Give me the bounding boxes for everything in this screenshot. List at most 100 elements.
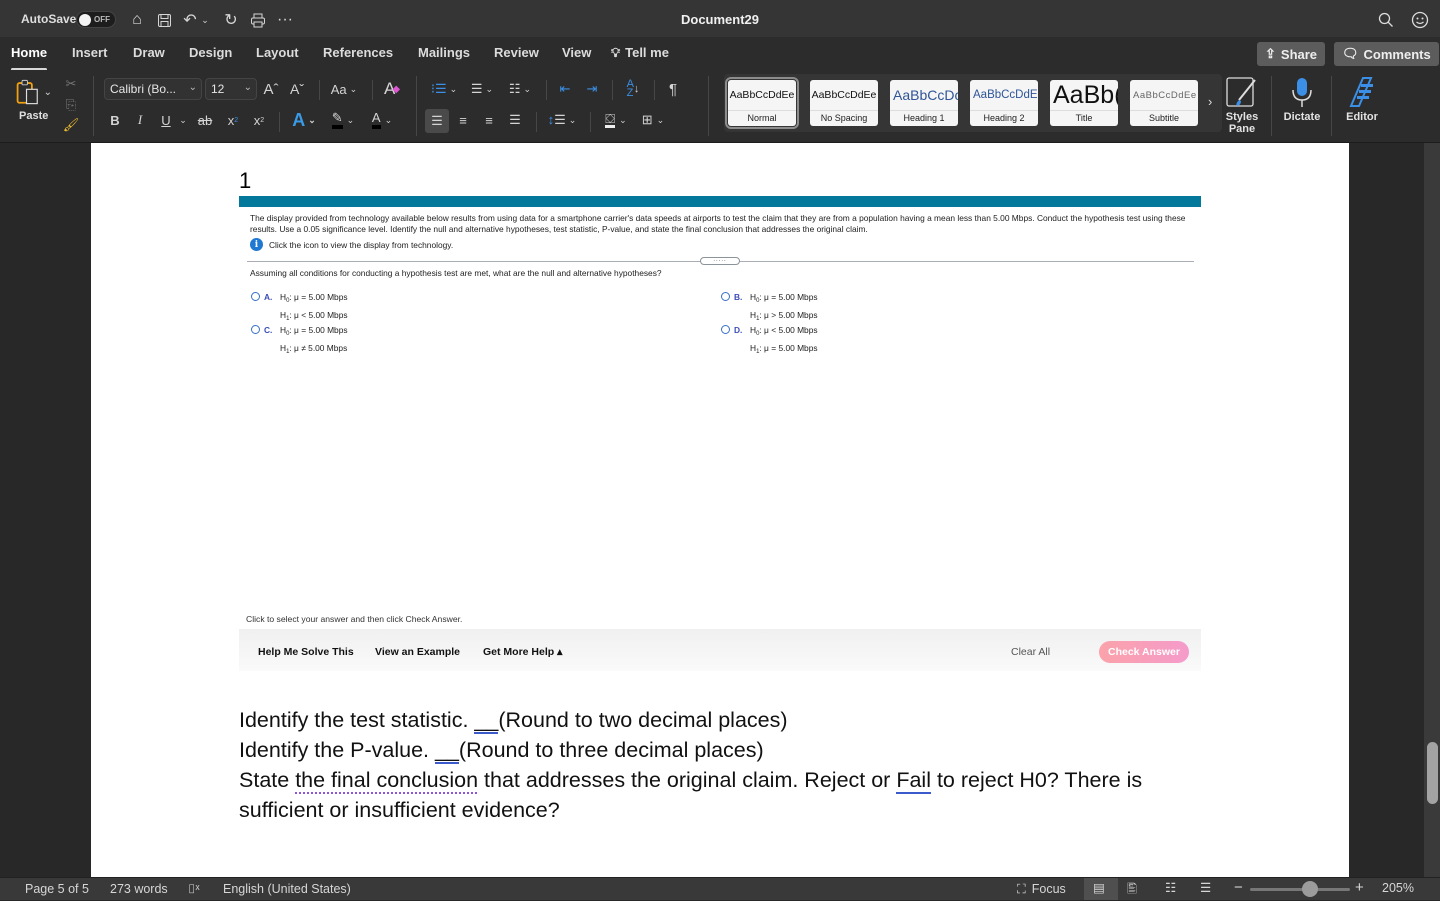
styles-pane-button[interactable]: Styles Pane xyxy=(1214,76,1270,135)
language[interactable]: English (United States) xyxy=(223,882,351,896)
cut-icon[interactable]: ✂ xyxy=(62,76,80,92)
subscript-button[interactable]: x2 xyxy=(225,111,241,129)
justify-button[interactable]: ☰ xyxy=(506,111,524,129)
dictate-button[interactable]: Dictate xyxy=(1274,76,1330,123)
line-spacing-button[interactable]: ↕☰ ⌄ xyxy=(546,111,578,129)
strikethrough-button[interactable]: ab xyxy=(196,111,214,129)
zoom-level[interactable]: 205% xyxy=(1382,881,1414,895)
style-normal[interactable]: AaBbCcDdEe Normal xyxy=(725,77,799,129)
style-heading-2[interactable]: AaBbCcDdEe Heading 2 xyxy=(970,80,1038,126)
web-layout-icon[interactable]: 🖺︎ xyxy=(1127,880,1137,901)
highlight-color-button[interactable]: ✎ ⌄ xyxy=(327,110,359,130)
tab-home[interactable]: Home xyxy=(11,45,48,71)
tab-design[interactable]: Design xyxy=(189,45,232,60)
help-me-solve-button[interactable]: Help Me Solve This xyxy=(258,646,354,658)
resize-handle[interactable]: ..... xyxy=(700,257,740,265)
tab-mailings[interactable]: Mailings xyxy=(418,45,470,60)
style-heading-1[interactable]: AaBbCcDc Heading 1 xyxy=(890,80,958,126)
zoom-slider[interactable] xyxy=(1250,888,1350,891)
share-button[interactable]: ⇪ Share xyxy=(1257,42,1326,66)
change-case-button[interactable]: Aa ⌄ xyxy=(328,80,360,98)
style-no-spacing[interactable]: AaBbCcDdEe No Spacing xyxy=(810,80,878,126)
radio-button[interactable] xyxy=(251,292,260,301)
editor-button[interactable]: Editor xyxy=(1334,76,1390,123)
tab-layout[interactable]: Layout xyxy=(256,45,299,60)
shrink-font-icon[interactable]: Aˇ xyxy=(288,80,306,98)
search-icon[interactable] xyxy=(1375,9,1397,31)
clear-formatting-icon[interactable]: A ◆ xyxy=(382,79,402,99)
check-answer-button[interactable]: Check Answer xyxy=(1099,641,1189,663)
technology-display-link[interactable]: i Click the icon to view the display fro… xyxy=(250,238,453,251)
sort-icon[interactable]: A Z ↓ xyxy=(622,79,644,99)
tab-tell-me[interactable]: 💡︎ Tell me xyxy=(611,45,669,61)
print-layout-icon[interactable]: ▤ xyxy=(1093,880,1105,895)
superscript-button[interactable]: x2 xyxy=(251,111,267,129)
grammar-suggestion[interactable]: Fail xyxy=(896,768,931,794)
style-subtitle[interactable]: AaBbCcDdEe Subtitle xyxy=(1130,80,1198,126)
italic-button[interactable]: I xyxy=(133,111,147,129)
word-count[interactable]: 273 words xyxy=(110,882,168,896)
style-title[interactable]: AaBb(Title xyxy=(1050,80,1118,126)
copy-icon[interactable]: ⎘ xyxy=(62,97,80,113)
outline-view-icon[interactable]: ☷ xyxy=(1165,880,1176,895)
chevron-right-icon[interactable]: › xyxy=(1208,94,1212,109)
increase-indent-icon[interactable]: ⇥ xyxy=(583,80,601,98)
font-color-button[interactable]: A ⌄ xyxy=(366,110,398,130)
separator xyxy=(536,112,537,132)
document-body-text[interactable]: Identify the test statistic. __(Round to… xyxy=(239,705,1219,825)
tab-view[interactable]: View xyxy=(562,45,591,60)
tab-draw[interactable]: Draw xyxy=(133,45,165,60)
text-effects-button[interactable]: A ⌄ xyxy=(289,110,319,130)
answer-blank[interactable]: __ xyxy=(435,738,459,764)
show-formatting-marks-icon[interactable]: ¶ xyxy=(664,80,682,98)
paste-dropdown-icon[interactable]: ⌄ xyxy=(44,87,52,98)
format-painter-icon[interactable]: 🖌︎ xyxy=(62,117,80,133)
multilevel-list-button[interactable]: ☷ ⌄ xyxy=(504,80,536,98)
scrollbar-thumb[interactable] xyxy=(1427,742,1438,804)
grammar-suggestion[interactable]: the final conclusion xyxy=(295,768,479,794)
info-icon[interactable]: i xyxy=(250,238,263,251)
radio-button[interactable] xyxy=(721,325,730,334)
proofing-icon[interactable]: ⌷ˣ xyxy=(188,882,200,897)
underline-dropdown-icon[interactable]: ⌄ xyxy=(178,113,188,127)
style-name: No Spacing xyxy=(810,110,878,126)
help-toolbar: Help Me Solve This View an Example Get M… xyxy=(239,629,1201,671)
align-left-button[interactable]: ☰ xyxy=(425,109,449,133)
zoom-slider-handle[interactable] xyxy=(1302,881,1318,897)
comments-button[interactable]: 🗨︎ Comments xyxy=(1334,42,1439,66)
paste-button[interactable]: ⌄ xyxy=(14,76,52,108)
shading-button[interactable]: ⛋ ⌄ xyxy=(600,111,632,129)
underline-button[interactable]: U xyxy=(159,111,173,129)
draft-view-icon[interactable]: ☰ xyxy=(1200,880,1211,895)
numbering-button[interactable]: ☰ ⌄ xyxy=(466,80,498,98)
focus-button[interactable]: ⛶ Focus xyxy=(1017,882,1066,897)
tab-review[interactable]: Review xyxy=(494,45,539,60)
question-prompt: Assuming all conditions for conducting a… xyxy=(250,268,662,278)
bold-button[interactable]: B xyxy=(108,111,122,129)
bullets-button[interactable]: ⁝☰ ⌄ xyxy=(428,80,460,98)
decrease-indent-icon[interactable]: ⇤ xyxy=(556,80,574,98)
radio-button[interactable] xyxy=(721,292,730,301)
zoom-in-button[interactable]: + xyxy=(1355,879,1364,896)
style-name: Heading 1 xyxy=(890,110,958,126)
focus-label: Focus xyxy=(1031,882,1066,896)
get-more-help-button[interactable]: Get More Help ▴ xyxy=(483,646,562,658)
clear-all-button[interactable]: Clear All xyxy=(1011,646,1050,658)
tab-references[interactable]: References xyxy=(323,45,393,60)
font-size-select[interactable]: 12 ⌄ xyxy=(205,78,257,100)
page-count[interactable]: Page 5 of 5 xyxy=(25,882,89,896)
p-value-line: Identify the P-value. __(Round to three … xyxy=(239,738,764,764)
align-center-button[interactable]: ≡ xyxy=(454,111,472,129)
font-name-select[interactable]: Calibri (Bo... ⌄ xyxy=(104,78,202,100)
zoom-out-button[interactable]: − xyxy=(1234,879,1243,896)
lightbulb-icon: 💡︎ xyxy=(611,45,621,60)
grow-font-icon[interactable]: Aˆ xyxy=(262,80,280,98)
align-right-button[interactable]: ≡ xyxy=(480,111,498,129)
answer-blank[interactable]: __ xyxy=(474,708,499,734)
tab-insert[interactable]: Insert xyxy=(72,45,107,60)
feedback-smiley-icon[interactable] xyxy=(1409,9,1431,31)
view-example-button[interactable]: View an Example xyxy=(375,646,460,658)
question-header-bar xyxy=(239,196,1201,207)
borders-button[interactable]: ⊞ ⌄ xyxy=(637,111,669,129)
radio-button[interactable] xyxy=(251,325,260,334)
